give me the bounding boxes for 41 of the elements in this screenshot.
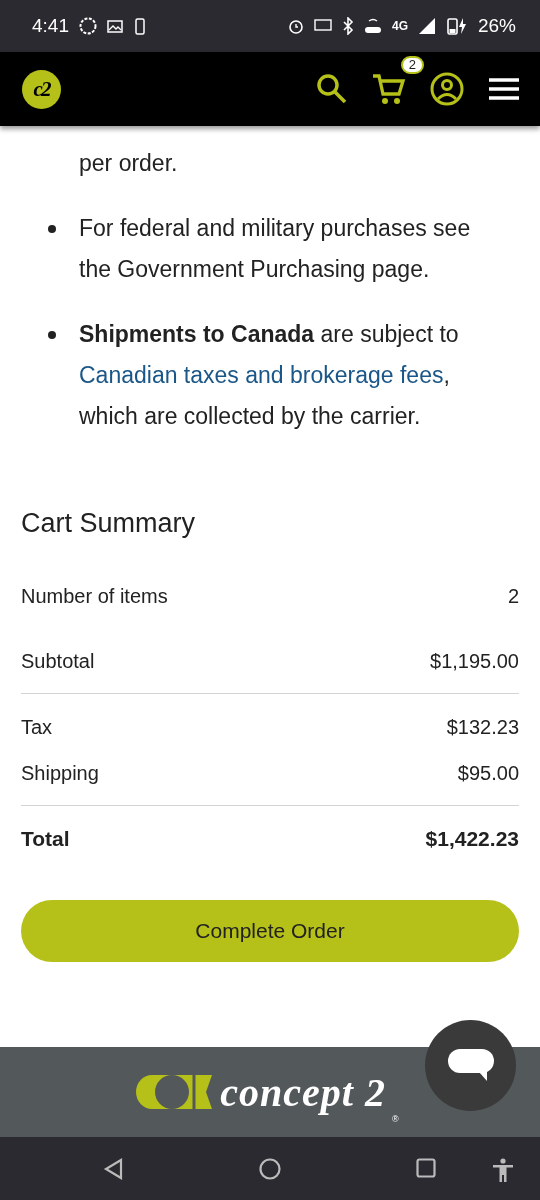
alarm-icon [287,18,304,34]
accessibility-icon[interactable] [492,1158,514,1182]
note-text: Shipments to Canada are subject to Canadian taxes and brokerage fees, which are collected by the carrier. [79,320,460,431]
chat-icon [79,17,97,35]
cart-icon[interactable] [372,72,406,106]
clock-time: 4:41 [32,15,69,37]
summary-label: Shipping [21,761,99,786]
note-text: For federal and military purchases see the Government Purchasing page. [79,214,472,284]
bluetooth-icon [341,17,354,35]
image-icon [107,19,123,33]
cart-count-badge: 2 [400,56,424,74]
summary-value: $1,422.23 [425,826,519,852]
menu-icon[interactable] [488,77,520,101]
bullet-dot [48,225,56,233]
recents-icon[interactable] [416,1158,436,1178]
summary-value: $95.00 [457,761,519,786]
account-icon[interactable] [430,72,464,106]
section-title: Cart Summary [21,507,197,540]
summary-value: $1,195.00 [430,649,519,674]
home-icon[interactable] [259,1158,281,1180]
network-type: 4G [391,19,408,33]
summary-label: Total [21,826,70,852]
battery-icon [445,17,468,35]
search-icon[interactable] [316,73,348,105]
summary-value: $132.23 [446,715,519,740]
signal-icon [417,17,436,35]
link[interactable]: Canadian taxes and brokerage fees [79,362,444,388]
display-icon [313,19,332,33]
phone-rotate-icon [133,17,147,35]
brand-wordmark: concept 2 [220,1068,386,1116]
summary-value: 2 [507,584,519,609]
summary-label: Number of items [21,584,168,609]
logo[interactable]: c2 [22,69,61,109]
note-text: per order. [79,149,179,178]
registered-mark: ® [392,1113,399,1124]
battery-percent: 26% [477,15,516,37]
back-icon[interactable] [103,1158,123,1180]
summary-label: Subtotal [21,649,95,674]
bullet-dot [48,331,56,339]
summary-label: Tax [21,715,53,740]
complete-order-button[interactable]: Complete Order [21,900,519,962]
